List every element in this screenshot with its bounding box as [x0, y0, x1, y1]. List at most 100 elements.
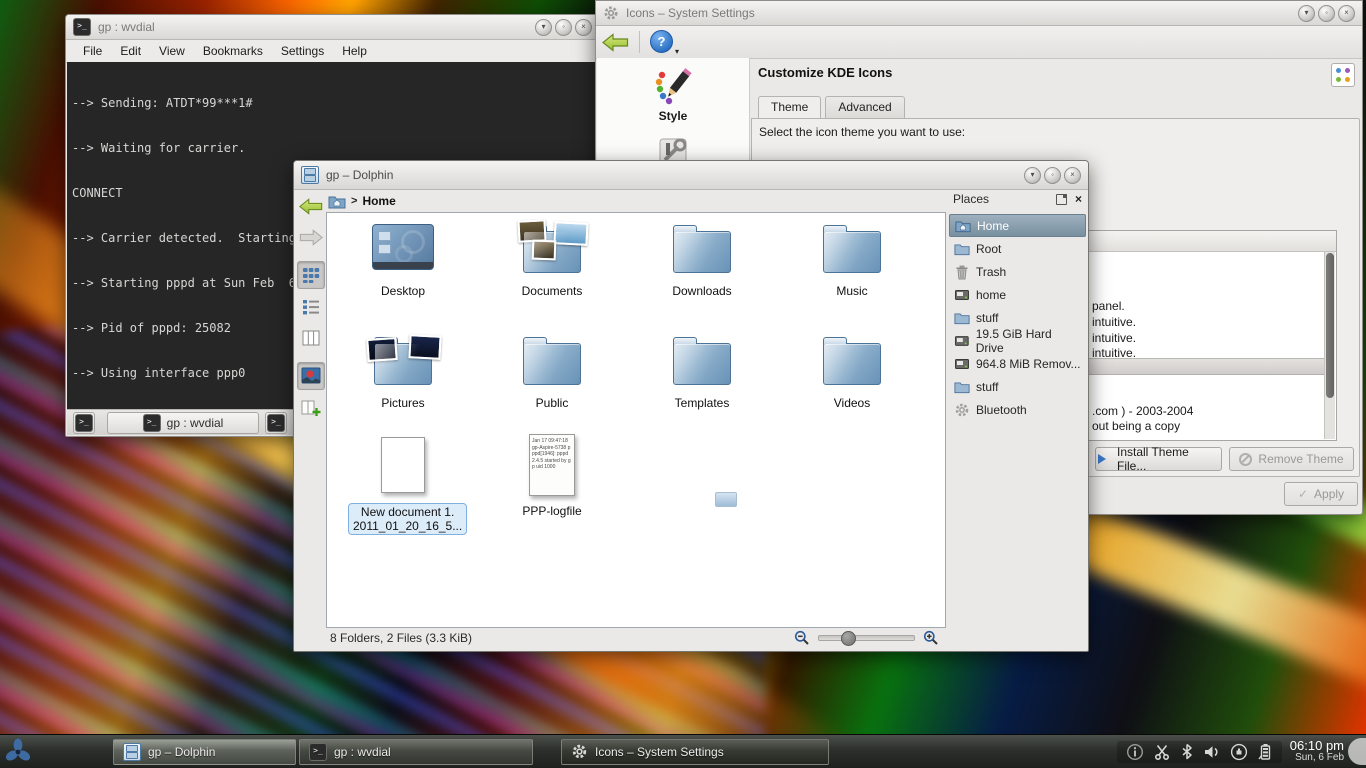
maximize-button[interactable]: ◦	[1044, 167, 1061, 184]
tab-theme[interactable]: Theme	[758, 96, 821, 120]
folder-item[interactable]: Videos	[797, 327, 907, 410]
place-home-drive[interactable]: home	[949, 283, 1086, 306]
places-panel: Places × Home Root	[949, 189, 1086, 626]
folder-view[interactable]: Desktop Documents Downloads Music Pictur…	[326, 212, 946, 628]
zoom-in-icon[interactable]	[923, 630, 939, 646]
clipboard-scissors-icon[interactable]	[1153, 743, 1171, 761]
folder-icon	[954, 379, 970, 394]
preview-button[interactable]	[297, 362, 325, 390]
taskbar-task-dolphin[interactable]: gp – Dolphin	[113, 739, 296, 765]
folder-item[interactable]: Music	[797, 215, 907, 298]
dolphin-titlebar[interactable]: gp – Dolphin ▾ ◦ ×	[294, 161, 1088, 190]
taskbar: gp – Dolphin >_ gp : wvdial Icons – Syst…	[0, 734, 1366, 768]
folder-label: Downloads	[647, 285, 757, 298]
home-folder-icon[interactable]	[328, 193, 346, 209]
konsole-menubar: File Edit View Bookmarks Settings Help	[66, 40, 599, 63]
apply-button[interactable]: ✓ Apply	[1284, 482, 1358, 506]
clock-time: 06:10 pm	[1290, 740, 1344, 752]
folder-label: Music	[797, 285, 907, 298]
menu-settings[interactable]: Settings	[272, 44, 333, 58]
new-tab-button[interactable]: >_	[73, 412, 95, 434]
status-text: 8 Folders, 2 Files (3.3 KiB)	[330, 631, 472, 645]
menu-file[interactable]: File	[74, 44, 111, 58]
checkmark-icon: ✓	[1298, 487, 1308, 501]
zoom-out-icon[interactable]	[794, 630, 810, 646]
places-header: Places ×	[949, 189, 1086, 214]
details-view-button[interactable]	[298, 294, 324, 320]
kde-menu-button[interactable]	[0, 735, 36, 768]
close-button[interactable]: ×	[1338, 5, 1355, 22]
place-home[interactable]: Home	[949, 214, 1086, 237]
minimize-button[interactable]: ▾	[1024, 167, 1041, 184]
folder-item[interactable]: Public	[497, 327, 607, 410]
usb-device-icon[interactable]	[1230, 743, 1248, 761]
back-button[interactable]	[602, 33, 629, 52]
dolphin-statusbar: 8 Folders, 2 Files (3.3 KiB)	[295, 626, 1087, 650]
menu-help[interactable]: Help	[333, 44, 376, 58]
maximize-button[interactable]: ◦	[1318, 5, 1335, 22]
theme-tabs: Theme Advanced	[758, 96, 905, 118]
folder-item[interactable]: Documents	[497, 215, 607, 298]
place-bluetooth[interactable]: Bluetooth	[949, 398, 1086, 421]
icons-view-button[interactable]	[297, 261, 325, 289]
place-root[interactable]: Root	[949, 237, 1086, 260]
overview-grid-icon[interactable]	[1331, 63, 1355, 87]
place-removable[interactable]: 964.8 MiB Remov...	[949, 352, 1086, 375]
minimize-button[interactable]: ▾	[1298, 5, 1315, 22]
dolphin-toolbar	[296, 193, 325, 625]
bluetooth-icon[interactable]	[1180, 743, 1194, 761]
tab-advanced[interactable]: Advanced	[825, 96, 904, 118]
menu-bookmarks[interactable]: Bookmarks	[194, 44, 272, 58]
terminal-tab[interactable]: >_ gp : wvdial	[107, 412, 259, 434]
list-scrollbar[interactable]	[1324, 252, 1335, 439]
clock[interactable]: 06:10 pm Sun, 6 Feb	[1290, 740, 1344, 764]
detach-panel-icon[interactable]	[1056, 194, 1067, 205]
place-stuff-2[interactable]: stuff	[949, 375, 1086, 398]
taskbar-task-system-settings[interactable]: Icons – System Settings	[561, 739, 829, 765]
maximize-button[interactable]: ◦	[555, 19, 572, 36]
folder-item[interactable]: Downloads	[647, 215, 757, 298]
file-item[interactable]: Jan 17 09:47:18 gp-Aspire-5738 pppd[1946…	[497, 431, 607, 518]
folder-item[interactable]: Templates	[647, 327, 757, 410]
install-theme-button[interactable]: Install Theme File...	[1095, 447, 1222, 471]
sidebar-item-style[interactable]: Style	[597, 58, 749, 123]
menu-edit[interactable]: Edit	[111, 44, 150, 58]
battery-icon[interactable]	[1257, 743, 1273, 761]
volume-icon[interactable]	[1203, 743, 1221, 761]
columns-view-button[interactable]	[298, 325, 324, 351]
back-button[interactable]	[298, 193, 324, 219]
remove-theme-button[interactable]: Remove Theme	[1229, 447, 1354, 471]
minimize-button[interactable]: ▾	[535, 19, 552, 36]
folder-icon	[673, 343, 731, 385]
folder-icon	[673, 231, 731, 273]
system-settings-titlebar[interactable]: Icons – System Settings ▾ ◦ ×	[596, 1, 1362, 26]
help-button[interactable]: ? ▾	[650, 30, 676, 54]
place-hard-drive[interactable]: 19.5 GiB Hard Drive	[949, 329, 1086, 352]
folder-label: Documents	[497, 285, 607, 298]
file-item-selected[interactable]: New document 1.2011_01_20_16_5...	[348, 431, 458, 535]
forward-button[interactable]	[298, 224, 324, 250]
scrollbar-thumb[interactable]	[1326, 253, 1334, 398]
gear-icon	[571, 743, 588, 760]
split-view-button[interactable]	[298, 395, 324, 421]
close-button[interactable]: ×	[1064, 167, 1081, 184]
taskbar-task-konsole[interactable]: >_ gp : wvdial	[299, 739, 533, 765]
zoom-slider-handle[interactable]	[841, 631, 856, 646]
style-icon	[652, 66, 694, 106]
close-button[interactable]: ×	[575, 19, 592, 36]
konsole-titlebar[interactable]: >_ gp : wvdial ▾ ◦ ×	[66, 15, 599, 40]
pictures-folder-icon	[374, 343, 432, 385]
info-icon[interactable]	[1126, 743, 1144, 761]
menu-view[interactable]: View	[150, 44, 194, 58]
tab-list-button[interactable]: >_	[265, 412, 287, 434]
folder-item[interactable]: Pictures	[348, 327, 458, 410]
folder-item[interactable]: Desktop	[348, 215, 458, 298]
panel-cashew-icon[interactable]	[1348, 738, 1366, 765]
breadcrumb-home[interactable]: Home	[362, 194, 395, 208]
gear-icon	[954, 402, 970, 418]
theme-description-fragment: panel.	[1092, 299, 1125, 313]
close-panel-icon[interactable]: ×	[1075, 194, 1082, 204]
place-trash[interactable]: Trash	[949, 260, 1086, 283]
zoom-slider[interactable]	[818, 635, 915, 641]
folder-label: Templates	[647, 397, 757, 410]
